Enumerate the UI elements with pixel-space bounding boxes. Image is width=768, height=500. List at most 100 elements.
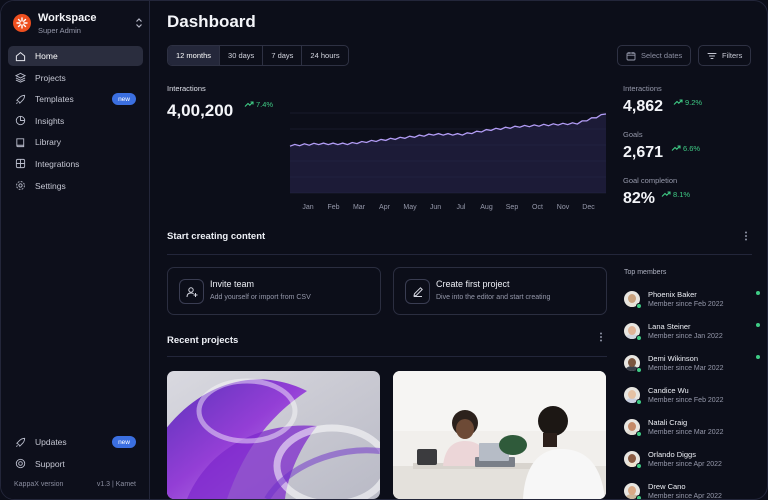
stat-label: Goal completion [623, 176, 678, 185]
new-badge: new [112, 436, 136, 448]
filters-label: Filters [722, 51, 743, 60]
member-row[interactable]: Lana Steiner Member since Jan 2022 [624, 320, 760, 346]
sidebar-item-home[interactable]: Home [8, 46, 143, 66]
main-metric-value: 4,00,200 [167, 101, 234, 120]
card-title: Create first project [436, 279, 510, 289]
sidebar-item-projects[interactable]: Projects [8, 68, 143, 88]
stat-label: Goals [623, 130, 643, 139]
filters-button[interactable]: Filters [698, 45, 752, 66]
rocket-icon [16, 94, 26, 104]
more-vertical-icon[interactable] [743, 231, 749, 241]
x-tick-label: Jul [457, 204, 466, 211]
member-since: Member since Jan 2022 [648, 333, 723, 340]
chevron-up-down-icon [135, 17, 143, 29]
recent-projects-title: Recent projects [167, 335, 239, 346]
sidebar-nav: Home Projects Templates new Insights Lib… [8, 46, 143, 197]
x-tick-label: Nov [557, 204, 570, 211]
x-tick-label: Aug [480, 204, 493, 211]
x-tick-label: Jun [430, 204, 441, 211]
version-label: KappaX version [14, 481, 64, 488]
stats-panel: Interactions 4,862 9.2% Goals 2,671 6.6%… [623, 84, 763, 222]
sidebar-item-library[interactable]: Library [8, 132, 143, 152]
start-section-title: Start creating content [167, 231, 266, 242]
workspace-logo-icon [13, 14, 31, 32]
member-since: Member since Apr 2022 [648, 461, 722, 468]
sidebar-item-updates[interactable]: Updates new [8, 432, 143, 452]
interactions-area-chart: Jan Feb Mar Apr May Jun Jul Aug Sep Oct Nov Dec [289, 112, 607, 211]
sidebar-item-support[interactable]: Support [8, 454, 143, 474]
page-title: Dashboard [167, 12, 256, 31]
app-window: Workspace Super Admin Home Projects Temp… [0, 0, 768, 500]
calendar-icon [626, 51, 636, 60]
sidebar-item-label: Templates [35, 94, 74, 105]
x-tick-label: Mar [353, 204, 366, 211]
status-dot [636, 335, 642, 341]
user-plus-icon [179, 279, 204, 304]
sidebar-item-integrations[interactable]: Integrations [8, 154, 143, 174]
sidebar-item-label: Integrations [35, 158, 80, 169]
sidebar-item-label: Projects [35, 72, 66, 83]
abstract-glass-image [167, 371, 380, 499]
member-row[interactable]: Phoenix Baker Member since Feb 2022 [624, 288, 760, 314]
sidebar-item-settings[interactable]: Settings [8, 176, 143, 196]
sidebar-item-label: Library [35, 137, 61, 148]
create-project-card[interactable]: Create first project Dive into the edito… [393, 267, 607, 315]
stat-goal-completion: Goal completion 82% 8.1% [623, 176, 763, 222]
range-tab-7-days[interactable]: 7 days [263, 46, 303, 65]
workspace-role: Super Admin [38, 26, 81, 35]
lifebuoy-icon [15, 458, 26, 469]
x-tick-label: May [403, 204, 417, 211]
member-since: Member since Mar 2022 [648, 365, 724, 372]
delta-value: 8.1% [673, 189, 691, 199]
sidebar-item-label: Insights [35, 115, 65, 126]
member-row[interactable]: Candice Wu Member since Feb 2022 [624, 384, 760, 410]
x-tick-label: Jan [302, 204, 313, 211]
online-indicator [756, 323, 760, 327]
sidebar-item-label: Settings [35, 180, 66, 191]
stat-delta: 8.1% [661, 189, 690, 199]
sidebar-item-insights[interactable]: Insights [8, 111, 143, 131]
range-tab-12-months[interactable]: 12 months [168, 46, 221, 65]
x-tick-label: Dec [582, 204, 595, 211]
sidebar-item-label: Support [35, 458, 65, 469]
pie-chart-icon [15, 116, 26, 126]
range-tab-24-hours[interactable]: 24 hours [302, 46, 347, 65]
pencil-icon [405, 279, 430, 304]
workspace-switcher[interactable]: Workspace Super Admin [13, 11, 143, 37]
member-since: Member since Feb 2022 [648, 397, 724, 404]
more-vertical-icon[interactable] [598, 332, 604, 342]
member-since: Member since Mar 2022 [648, 429, 724, 436]
sidebar-item-templates[interactable]: Templates new [8, 89, 143, 109]
member-row[interactable]: Natali Craig Member since Mar 2022 [624, 416, 760, 442]
office-photo-image [393, 371, 606, 499]
member-name: Candice Wu [648, 386, 689, 395]
member-row[interactable]: Orlando Diggs Member since Apr 2022 [624, 448, 760, 474]
stat-value: 4,862 [623, 98, 664, 115]
invite-team-card[interactable]: Invite team Add yourself or import from … [167, 267, 381, 315]
project-thumbnail[interactable] [393, 371, 606, 499]
select-dates-button[interactable]: Select dates [617, 45, 692, 66]
home-icon [15, 51, 26, 61]
workspace-name: Workspace [38, 12, 97, 24]
trend-up-icon [244, 101, 254, 107]
version-value: v1.3 | Kamet [96, 481, 136, 488]
delta-value: 6.6% [683, 143, 701, 153]
stat-delta: 9.2% [673, 97, 702, 107]
range-tab-30-days[interactable]: 30 days [220, 46, 264, 65]
member-row[interactable]: Demi Wikinson Member since Mar 2022 [624, 352, 760, 378]
project-thumbnail[interactable] [167, 371, 380, 499]
section-divider [167, 254, 752, 255]
rocket-icon [16, 437, 26, 447]
stat-label: Interactions [623, 84, 662, 93]
sidebar-item-label: Updates [35, 437, 67, 447]
layers-icon [15, 72, 26, 83]
integrations-icon [15, 159, 26, 169]
member-name: Demi Wikinson [648, 354, 699, 363]
member-row[interactable]: Drew Cano Member since Apr 2022 [624, 480, 760, 499]
member-name: Natali Craig [648, 418, 688, 427]
stat-goals: Goals 2,671 6.6% [623, 130, 763, 176]
main-content: Dashboard 12 months 30 days 7 days 24 ho… [150, 1, 767, 499]
sidebar-item-label: Home [35, 51, 58, 61]
book-icon [16, 138, 25, 147]
select-dates-label: Select dates [641, 51, 683, 60]
